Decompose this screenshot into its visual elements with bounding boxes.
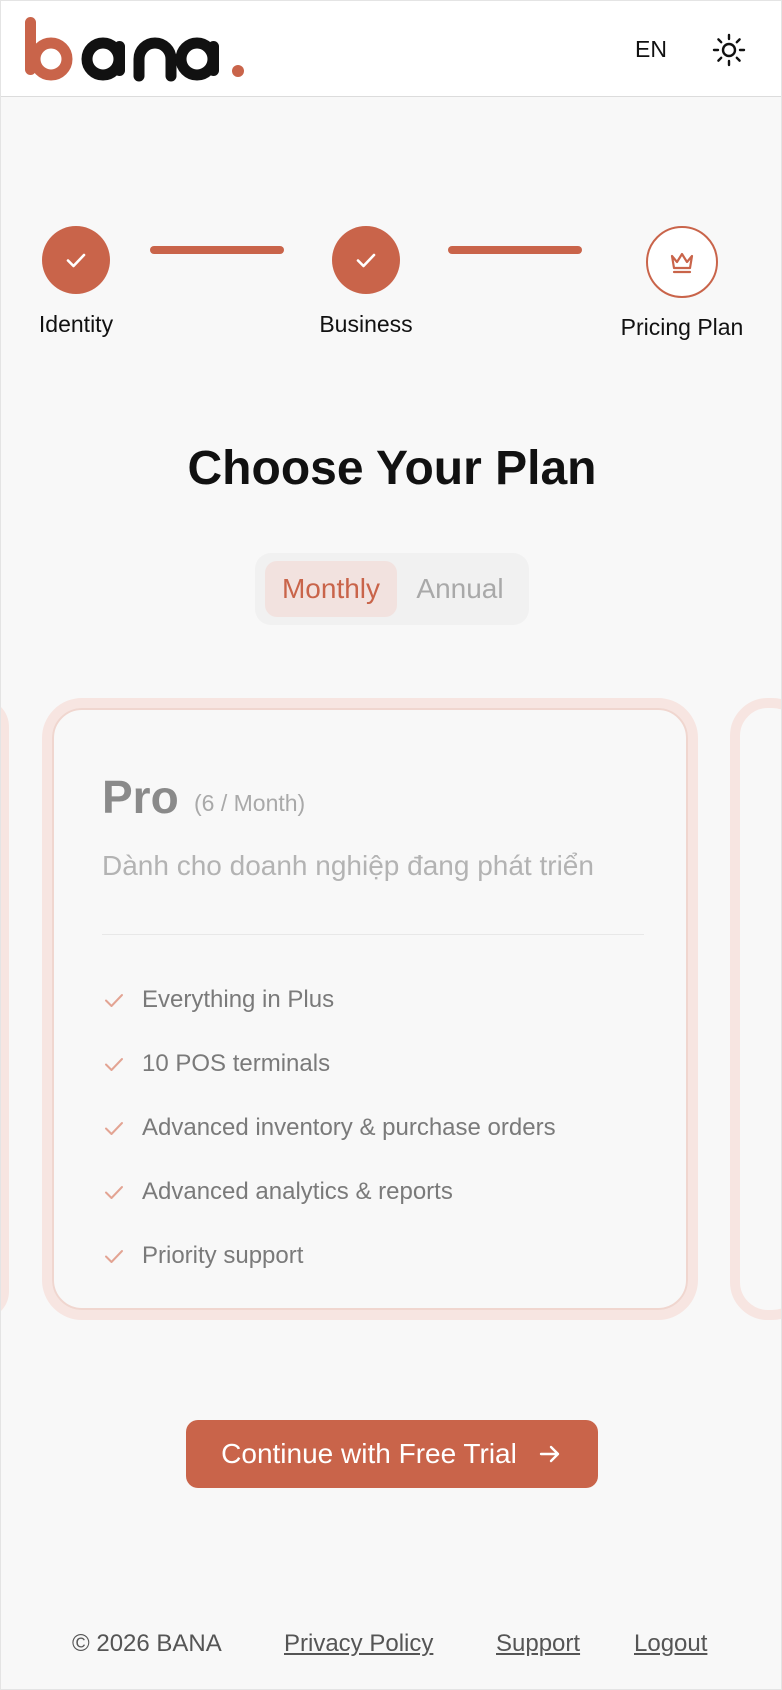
divider <box>102 934 644 935</box>
feature-text: Everything in Plus <box>142 986 335 1013</box>
plan-name: Pro <box>102 771 179 823</box>
arrow-right-icon <box>537 1441 563 1467</box>
step-label-pricing-plan: Pricing Plan <box>620 314 744 340</box>
step-business-indicator[interactable] <box>332 226 400 294</box>
check-icon <box>102 1244 126 1268</box>
feature-item: Advanced inventory & purchase orders <box>102 1110 556 1146</box>
billing-option-annual[interactable]: Annual <box>401 561 519 617</box>
next-plan-card[interactable] <box>730 698 781 1320</box>
bana-logo[interactable] <box>23 15 253 87</box>
step-connector <box>150 246 284 254</box>
billing-option-monthly[interactable]: Monthly <box>265 561 397 617</box>
check-icon <box>102 1052 126 1076</box>
feature-text: Advanced inventory & purchase orders <box>142 1114 556 1141</box>
plan-description: Dành cho doanh nghiệp đang phát triển <box>102 850 594 881</box>
previous-plan-card[interactable] <box>1 698 9 1320</box>
page: EN Identity Business Pricing Plan Choose… <box>0 0 782 1690</box>
step-label-identity: Identity <box>38 311 114 337</box>
check-icon <box>66 253 86 268</box>
language-selector[interactable]: EN <box>621 31 681 67</box>
step-identity-indicator[interactable] <box>42 226 110 294</box>
feature-item: 10 POS terminals <box>102 1046 330 1082</box>
plan-card-inner: Pro (6 / Month) Dành cho doanh nghiệp đa… <box>52 708 688 1310</box>
sun-icon <box>712 33 746 67</box>
continue-button-label: Continue with Free Trial <box>221 1438 517 1469</box>
check-icon <box>356 253 376 268</box>
header: EN <box>1 1 781 97</box>
feature-item: Everything in Plus <box>102 982 334 1018</box>
step-pricing-indicator[interactable] <box>646 226 718 298</box>
logout-link[interactable]: Logout <box>634 1630 707 1658</box>
plan-price: (6 / Month) <box>194 790 306 816</box>
step-connector <box>448 246 582 254</box>
copyright: © 2026 BANA <box>72 1630 222 1657</box>
page-title: Choose Your Plan <box>187 442 597 495</box>
feature-item: Priority support <box>102 1238 303 1274</box>
feature-text: Advanced analytics & reports <box>142 1178 453 1205</box>
feature-item: Advanced analytics & reports <box>102 1174 453 1210</box>
plan-card-pro[interactable]: Pro (6 / Month) Dành cho doanh nghiệp đa… <box>42 698 698 1320</box>
feature-text: Priority support <box>142 1242 304 1269</box>
theme-toggle-button[interactable] <box>710 31 748 69</box>
feature-text: 10 POS terminals <box>142 1050 331 1077</box>
check-icon <box>102 1180 126 1204</box>
crown-icon <box>670 252 694 274</box>
privacy-policy-link[interactable]: Privacy Policy <box>284 1630 433 1658</box>
check-icon <box>102 988 126 1012</box>
billing-toggle: Monthly Annual <box>255 553 529 625</box>
step-label-business: Business <box>319 311 413 337</box>
footer: © 2026 BANA Privacy Policy Support Logou… <box>1 1626 781 1666</box>
check-icon <box>102 1116 126 1140</box>
support-link[interactable]: Support <box>496 1630 580 1658</box>
continue-free-trial-button[interactable]: Continue with Free Trial <box>186 1420 598 1488</box>
